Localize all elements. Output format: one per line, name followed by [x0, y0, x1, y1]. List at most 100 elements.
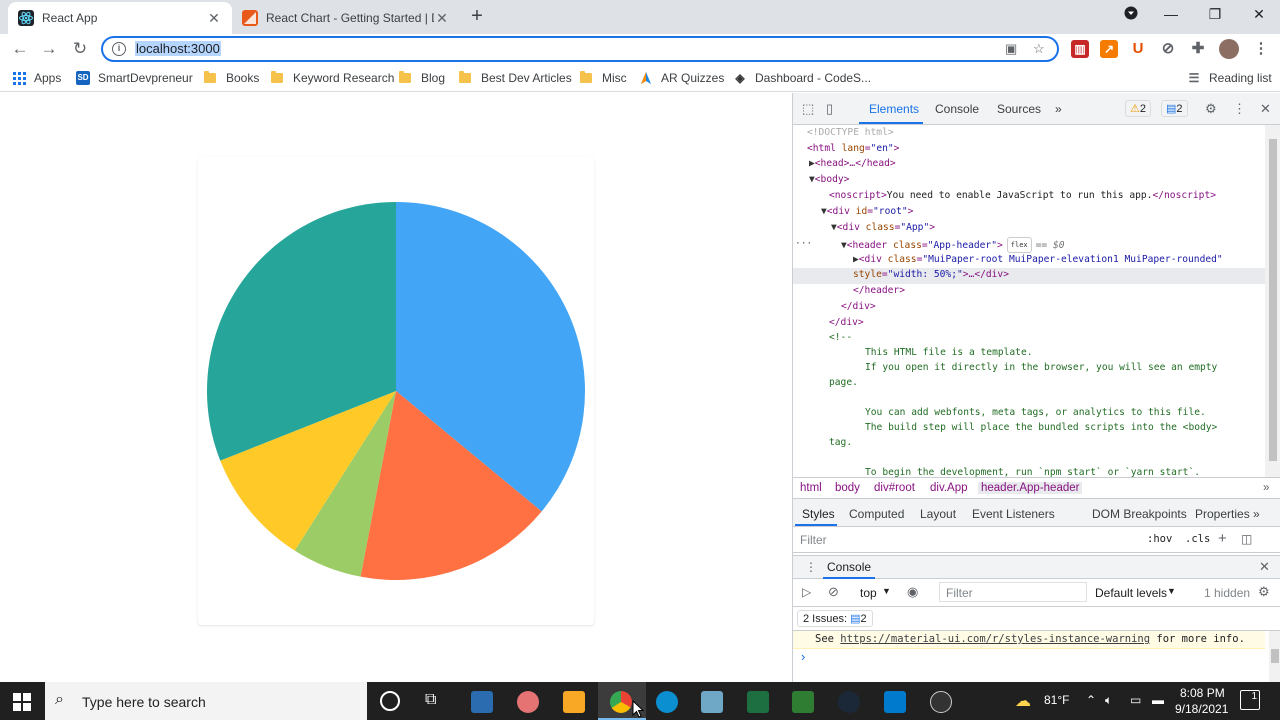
dom-line[interactable]: ▼<body>	[809, 173, 849, 187]
reload-icon[interactable]: ↻	[69, 38, 91, 60]
screen-app-icon[interactable]	[471, 691, 493, 713]
tab-event-listeners[interactable]: Event Listeners	[972, 507, 1055, 521]
tab-react-chart[interactable]: React Chart - Getting Started | De ✕	[232, 2, 460, 34]
profile-avatar[interactable]	[1219, 39, 1239, 59]
crumb-html[interactable]: html	[800, 482, 822, 494]
dom-comment-line[interactable]: tag.	[829, 436, 852, 450]
bookmark-books[interactable]: Books	[204, 70, 259, 86]
address-url[interactable]: localhost:3000	[135, 41, 221, 56]
address-bar[interactable]: i localhost:3000 ▣ ☆	[101, 36, 1059, 62]
crumb-body[interactable]: body	[835, 482, 860, 494]
drawer-menu-icon[interactable]: ⋮	[805, 560, 817, 574]
clock-date[interactable]: 9/18/2021	[1175, 702, 1228, 716]
dom-line[interactable]: <noscript>You need to enable JavaScript …	[829, 189, 1216, 203]
dom-line[interactable]: <html lang="en">	[807, 142, 899, 156]
extension-u-icon[interactable]: U	[1129, 40, 1147, 58]
tab-console[interactable]: Console	[935, 102, 979, 116]
bookmark-apps[interactable]: Apps	[13, 70, 61, 86]
spreadsheet-app-icon[interactable]	[792, 691, 814, 713]
more-subtabs-icon[interactable]: »	[1253, 507, 1260, 521]
cortana-icon[interactable]	[380, 691, 400, 711]
extension-blocked-icon[interactable]: ⊘	[1159, 40, 1177, 58]
device-toolbar-icon[interactable]: ▯	[826, 101, 833, 117]
crumb-div-root[interactable]: div#root	[874, 482, 915, 494]
crumb-header[interactable]: header.App-header	[978, 482, 1083, 494]
notepad-icon[interactable]	[701, 691, 723, 713]
minimize-icon[interactable]: —	[1160, 6, 1182, 26]
close-window-icon[interactable]: ✕	[1248, 6, 1270, 26]
task-view-icon[interactable]: ⧉	[425, 691, 436, 709]
live-expression-eye-icon[interactable]: ◉	[907, 584, 918, 600]
dom-comment-line[interactable]: <!--	[829, 331, 852, 345]
styles-filter-input[interactable]: Filter	[800, 533, 827, 547]
reading-list-button[interactable]: ☰ Reading list	[1187, 70, 1272, 86]
maximize-icon[interactable]: ❐	[1204, 6, 1226, 26]
vscode-icon[interactable]	[884, 691, 906, 713]
new-style-rule-icon[interactable]: +	[1218, 530, 1227, 547]
excel-icon[interactable]	[747, 691, 769, 713]
tray-chevron-icon[interactable]: ⌃	[1086, 693, 1096, 707]
dom-comment-line[interactable]: The build step will place the bundled sc…	[865, 421, 1217, 435]
close-devtools-icon[interactable]: ✕	[1260, 101, 1271, 117]
bookmark-misc[interactable]: Misc	[580, 70, 627, 86]
bookmark-star-icon[interactable]: ☆	[1033, 41, 1045, 57]
dom-line[interactable]: </div>	[829, 316, 864, 330]
bookmark-blog[interactable]: Blog	[399, 70, 445, 86]
bookmark-best-dev-articles[interactable]: Best Dev Articles	[459, 70, 572, 86]
dom-line[interactable]: style="width: 50%;">…</div>	[853, 268, 1009, 282]
tab-styles[interactable]: Styles	[802, 507, 835, 521]
site-info-icon[interactable]: i	[112, 42, 126, 56]
dom-line[interactable]: </header>	[853, 284, 905, 298]
new-tab-button[interactable]: +	[466, 5, 488, 27]
profile-menu-icon[interactable]	[1120, 6, 1142, 26]
close-drawer-icon[interactable]: ✕	[1259, 559, 1270, 575]
issues-button[interactable]: 2 Issues: ▤2	[797, 610, 873, 627]
paint-app-icon[interactable]	[517, 691, 539, 713]
back-icon[interactable]: ←	[9, 38, 31, 60]
extension-red-icon[interactable]: ▥	[1071, 40, 1089, 58]
clock-time[interactable]: 8:08 PM	[1180, 686, 1225, 700]
extensions-puzzle-icon[interactable]: ✚	[1189, 40, 1207, 58]
taskbar-search-box[interactable]: ⌕ Type here to search	[45, 682, 367, 720]
notifications-icon[interactable]: 1	[1240, 690, 1260, 710]
clear-console-icon[interactable]: ⊘	[828, 584, 839, 600]
console-scrollbar[interactable]	[1269, 631, 1280, 682]
dom-line[interactable]: </div>	[841, 300, 876, 314]
cls-toggle[interactable]: .cls	[1185, 533, 1210, 545]
crumb-div-app[interactable]: div.App	[930, 482, 968, 494]
dom-comment-line[interactable]: To begin the development, run `npm start…	[865, 466, 1200, 477]
chrome-icon[interactable]	[610, 691, 632, 713]
log-levels-select[interactable]: Default levels	[1095, 586, 1167, 600]
edge-icon[interactable]	[656, 691, 678, 713]
dom-comment-line[interactable]: This HTML file is a template.	[865, 346, 1033, 360]
dom-ellipsis-icon[interactable]: ···	[795, 237, 812, 251]
extension-orange-icon[interactable]: ↗	[1100, 40, 1118, 58]
inspect-element-icon[interactable]: ⬚	[802, 101, 814, 117]
file-explorer-icon[interactable]	[563, 691, 585, 713]
tab-sources[interactable]: Sources	[997, 102, 1041, 116]
windows-start-icon[interactable]	[13, 693, 31, 711]
dom-line[interactable]: ▶<div class="MuiPaper-root MuiPaper-elev…	[853, 253, 1223, 267]
dom-tree[interactable]: <!DOCTYPE html> <html lang="en"> ▶<head>…	[793, 125, 1265, 477]
dom-line[interactable]: ▼<div class="App">	[831, 221, 935, 235]
dom-scrollbar[interactable]	[1265, 125, 1280, 477]
browser-menu-icon[interactable]: ⋮	[1252, 40, 1270, 58]
tab-properties[interactable]: Properties	[1195, 507, 1250, 521]
tab-react-app[interactable]: React App ✕	[8, 2, 232, 34]
warning-message[interactable]: See https://material-ui.com/r/styles-ins…	[815, 633, 1245, 645]
network-icon[interactable]: ▭	[1130, 693, 1141, 707]
console-prompt[interactable]: ›	[801, 649, 805, 664]
bookmark-dashboard[interactable]: ◈ Dashboard - CodeS...	[733, 70, 871, 86]
temperature[interactable]: 81°F	[1044, 693, 1069, 707]
bookmark-ar-quizzes[interactable]: AR Quizzes	[639, 70, 724, 86]
more-crumbs-icon[interactable]: »	[1263, 482, 1269, 494]
toggle-sidebar-icon[interactable]: ◫	[1241, 532, 1252, 546]
context-select[interactable]: top	[860, 586, 877, 600]
dom-comment-line[interactable]: page.	[829, 376, 858, 390]
tab-computed[interactable]: Computed	[849, 507, 904, 521]
dom-line[interactable]: ▶<head>…</head>	[809, 157, 896, 171]
tab-layout[interactable]: Layout	[920, 507, 956, 521]
devtools-menu-icon[interactable]: ⋮	[1233, 101, 1246, 117]
tab-dom-breakpoints[interactable]: DOM Breakpoints	[1092, 507, 1187, 521]
obs-icon[interactable]	[930, 691, 952, 713]
